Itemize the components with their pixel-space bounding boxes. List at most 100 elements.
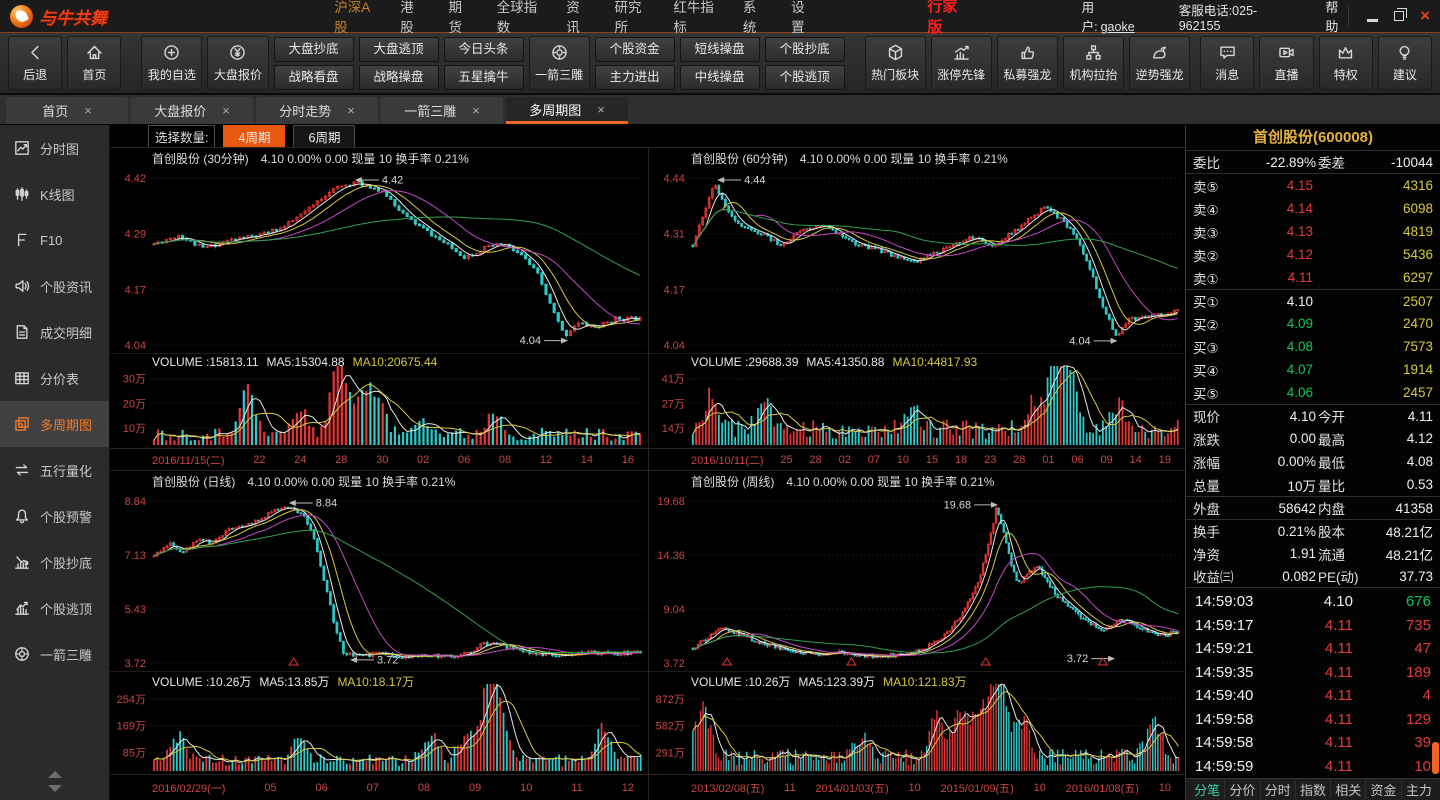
sidebar-item-stock-bottom[interactable]: 个股抄底 xyxy=(0,539,109,585)
sidebar-item-wuxing[interactable]: 五行量化 xyxy=(0,447,109,493)
period-6-button[interactable]: 6周期 xyxy=(293,124,356,148)
tab-index[interactable]: 指数 xyxy=(1296,780,1332,799)
tab-main-force[interactable]: 主力 xyxy=(1402,780,1436,799)
stock-funds-button[interactable]: 个股资金 xyxy=(594,36,675,62)
menu-futures[interactable]: 期货 xyxy=(448,0,469,36)
arrow3-button[interactable]: 一箭三雕 xyxy=(528,36,590,90)
tab-home[interactable]: 首页 × xyxy=(6,97,128,124)
market-top-button[interactable]: 大盘逃顶 xyxy=(358,36,439,62)
close-button[interactable]: × xyxy=(1420,7,1430,24)
close-icon[interactable]: × xyxy=(222,103,230,118)
strategy-trade-button[interactable]: 战略操盘 xyxy=(358,64,439,90)
svg-text:582万: 582万 xyxy=(656,721,685,733)
org-chart-icon xyxy=(1084,43,1103,62)
sidebar-item-kline[interactable]: K线图 xyxy=(0,171,109,217)
sidebar-item-multi-period[interactable]: 多周期图 xyxy=(0,401,109,447)
stock-top-button[interactable]: 个股逃顶 xyxy=(764,64,845,90)
five-star-button[interactable]: 五星擒牛 xyxy=(443,64,524,90)
ask-row-2[interactable]: 卖② 4.12 5436 xyxy=(1186,243,1440,266)
info-row: 涨跌 0.00 最高 4.12 xyxy=(1193,431,1433,448)
minimize-button[interactable] xyxy=(1367,18,1379,22)
menu-research[interactable]: 研究所 xyxy=(615,0,647,36)
market-quote-button[interactable]: 大盘报价 xyxy=(207,36,269,90)
limit-up-button[interactable]: 涨停先锋 xyxy=(930,36,992,90)
menu-hk[interactable]: 港股 xyxy=(400,0,421,36)
menu-news[interactable]: 资讯 xyxy=(566,0,587,36)
close-icon[interactable]: × xyxy=(347,103,355,118)
svg-text:19.68: 19.68 xyxy=(944,499,971,511)
headlines-button[interactable]: 今日头条 xyxy=(443,36,524,62)
contrarian-button[interactable]: 逆势强龙 xyxy=(1129,36,1191,90)
tab-arrow3[interactable]: 一箭三雕 × xyxy=(381,97,503,124)
back-button[interactable]: 后退 xyxy=(8,36,63,90)
ask-row-1[interactable]: 卖① 4.11 6297 xyxy=(1186,266,1440,289)
tab-intraday[interactable]: 分时 xyxy=(1261,780,1296,799)
main-force-button[interactable]: 主力进出 xyxy=(594,64,675,90)
mid-term-button[interactable]: 中线操盘 xyxy=(679,64,760,90)
price-chart[interactable]: 19.68 14.36 9.04 3.72 19.68 3.72 xyxy=(649,491,1185,671)
sidebar-item-stock-news[interactable]: 个股资讯 xyxy=(0,263,109,309)
tab-multi-period[interactable]: 多周期图 × xyxy=(506,97,628,124)
chart-title: 首创股份 (周线) xyxy=(691,474,775,489)
tab-price-dist[interactable]: 分价 xyxy=(1225,780,1261,799)
ask-row-4[interactable]: 卖④ 4.14 6098 xyxy=(1186,197,1440,220)
scroll-down-icon[interactable] xyxy=(47,785,62,792)
menu-sh-sz-a[interactable]: 沪深A股 xyxy=(334,0,373,36)
menu-system[interactable]: 系统 xyxy=(743,0,764,36)
sidebar-item-alert[interactable]: 个股预警 xyxy=(0,493,109,539)
period-4-button[interactable]: 4周期 xyxy=(223,124,286,148)
menu-global-index[interactable]: 全球指数 xyxy=(497,0,540,36)
menu-indicator[interactable]: 红牛指标 xyxy=(673,0,716,36)
ask-row-3[interactable]: 卖③ 4.13 4819 xyxy=(1186,220,1440,243)
close-icon[interactable]: × xyxy=(84,103,92,118)
close-icon[interactable]: × xyxy=(597,102,605,117)
tick-list[interactable]: 14:59:03 4.10 676 14:59:17 4.11 735 14:5… xyxy=(1186,588,1440,778)
scroll-up-icon[interactable] xyxy=(47,771,62,778)
tab-intraday[interactable]: 分时走势 × xyxy=(256,97,378,124)
price-chart[interactable]: 8.84 7.13 5.43 3.72 8.84 3.72 xyxy=(110,491,648,671)
tab-related[interactable]: 相关 xyxy=(1331,780,1367,799)
private-fund-button[interactable]: 私募强龙 xyxy=(996,36,1058,90)
my-picks-button[interactable]: 我的自选 xyxy=(141,36,203,90)
home-button[interactable]: 首页 xyxy=(67,36,122,90)
sidebar-item-intraday[interactable]: 分时图 xyxy=(0,125,109,171)
scrollbar-thumb[interactable] xyxy=(1432,742,1439,774)
sidebar-item-trade-detail[interactable]: 成交明细 xyxy=(0,309,109,355)
market-bottom-button[interactable]: 大盘抄底 xyxy=(273,36,354,62)
messages-button[interactable]: 消息 xyxy=(1200,36,1255,90)
x-axis: 2016/10/11(二) 25 28 02 07 10 15 18 23 28 01 06 09 14 1… xyxy=(649,448,1185,470)
price-chart[interactable]: 4.42 4.29 4.17 4.04 4.42 4.04 xyxy=(110,168,648,353)
bid-row-2[interactable]: 买② 4.09 2470 xyxy=(1186,312,1440,335)
bid-row-3[interactable]: 买③ 4.08 7573 xyxy=(1186,335,1440,358)
sidebar-item-f10[interactable]: F10 xyxy=(0,217,109,263)
hot-sectors-button[interactable]: 热门板块 xyxy=(864,36,926,90)
tab-market-quote[interactable]: 大盘报价 × xyxy=(131,97,253,124)
live-button[interactable]: 直播 xyxy=(1259,36,1314,90)
bid-row-1[interactable]: 买① 4.10 2507 xyxy=(1186,289,1440,312)
tab-tick[interactable]: 分笔 xyxy=(1190,780,1226,799)
chart-title: 首创股份 (日线) xyxy=(152,474,236,489)
price-chart[interactable]: 4.44 4.31 4.17 4.04 4.44 4.04 xyxy=(649,168,1185,353)
short-term-button[interactable]: 短线操盘 xyxy=(679,36,760,62)
back-icon xyxy=(26,43,45,62)
sidebar-item-arrow3[interactable]: 一箭三雕 xyxy=(0,631,109,677)
stock-title[interactable]: 首创股份(600008) xyxy=(1186,125,1440,151)
menu-settings[interactable]: 设置 xyxy=(791,0,812,36)
privilege-button[interactable]: 特权 xyxy=(1318,36,1373,90)
suggest-button[interactable]: 建议 xyxy=(1377,36,1433,90)
strategy-watch-button[interactable]: 战略看盘 xyxy=(273,64,354,90)
user-account[interactable]: 用户: gaoke xyxy=(1082,0,1139,35)
help-link[interactable]: 帮助 xyxy=(1325,0,1348,35)
user-name[interactable]: gaoke xyxy=(1101,20,1135,34)
bid-row-5[interactable]: 买⑤ 4.06 2457 xyxy=(1186,381,1440,404)
bid-row-4[interactable]: 买④ 4.07 1914 xyxy=(1186,358,1440,381)
close-icon[interactable]: × xyxy=(472,103,480,118)
svg-text:27万: 27万 xyxy=(662,398,685,410)
sidebar-item-price-table[interactable]: 分价表 xyxy=(0,355,109,401)
ask-row-5[interactable]: 卖⑤ 4.15 4316 xyxy=(1186,174,1440,197)
restore-button[interactable] xyxy=(1394,8,1408,21)
institution-button[interactable]: 机构拉抬 xyxy=(1062,36,1125,90)
tab-funds[interactable]: 资金 xyxy=(1366,780,1402,799)
stock-bottom-button[interactable]: 个股抄底 xyxy=(764,36,845,62)
sidebar-item-stock-top[interactable]: 个股逃顶 xyxy=(0,585,109,631)
